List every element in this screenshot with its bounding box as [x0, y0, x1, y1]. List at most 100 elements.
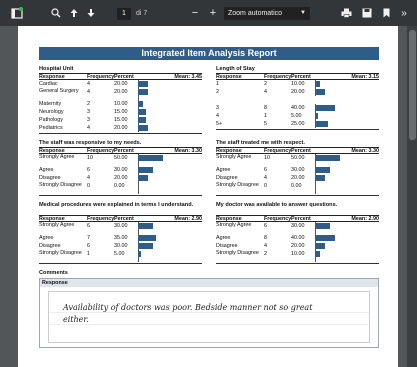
percent-cell: 10.00 — [291, 81, 305, 87]
table-row: 4 1 5.00 — [216, 112, 379, 120]
print-icon[interactable] — [340, 6, 352, 20]
percent-bar — [315, 175, 325, 181]
percent-bar — [138, 81, 148, 87]
item-panel: Medical procedures were explained in ter… — [39, 202, 202, 264]
percent-cell: 30.00 — [291, 167, 305, 173]
arrow-up-icon[interactable] — [69, 6, 79, 20]
page-total-label: di 7 — [136, 10, 148, 17]
column-header: Percent — [291, 74, 311, 80]
item-panel: Length of Stay Response Frequency Percent Me… — [216, 66, 379, 134]
comments-title: Comments — [39, 270, 68, 276]
scrollbar-thumb[interactable] — [409, 30, 416, 140]
frequency-cell: 2 — [87, 101, 90, 107]
table-row: Disagree 4 20.00 — [216, 174, 379, 182]
column-header: Mean: 3.30 — [174, 148, 202, 154]
percent-cell: 50.00 — [291, 155, 305, 161]
percent-cell: 0.00 — [291, 183, 302, 189]
report-title: Integrated Item Analysis Report — [39, 47, 379, 60]
column-header: Mean: 2.90 — [174, 216, 202, 222]
table-rule — [39, 263, 202, 264]
table-row: 5+ 5 25.00 — [216, 120, 379, 128]
response-label: Strongly Agree — [39, 154, 75, 160]
table-row: General Surgery 4 20.00 — [39, 88, 202, 100]
page-number-input[interactable]: 1 — [117, 8, 131, 20]
zoom-select[interactable]: Zoom automatico ▼ — [224, 7, 310, 20]
bar-cell — [138, 124, 202, 132]
frequency-cell: 8 — [264, 105, 267, 111]
response-label: Maternity — [39, 101, 62, 107]
report-sections: Hospital Unit Response Frequency Percent Mea… — [39, 66, 379, 264]
response-label: Agree — [216, 167, 231, 173]
frequency-cell: 0 — [264, 183, 267, 189]
bar-cell — [315, 88, 379, 96]
percent-bar — [138, 251, 141, 257]
table-row: Disagree 4 20.00 — [39, 174, 202, 182]
response-label: Strongly Agree — [216, 154, 252, 160]
bar-cell — [138, 242, 202, 250]
zoom-in-button[interactable]: + — [208, 6, 218, 20]
response-label: Agree — [39, 167, 54, 173]
percent-cell: 20.00 — [291, 243, 305, 249]
column-header: Frequency — [87, 148, 115, 154]
bar-axis — [315, 182, 316, 194]
percent-bar — [138, 155, 163, 161]
sidebar-toggle-icon[interactable] — [10, 6, 24, 20]
table-row: Pathology 3 15.00 — [39, 116, 202, 124]
percent-cell: 35.00 — [114, 235, 128, 241]
zoom-out-button[interactable]: − — [190, 6, 200, 20]
search-icon[interactable] — [50, 6, 62, 20]
column-header: Percent — [114, 74, 134, 80]
response-label: 5+ — [216, 121, 223, 127]
table-row: Strongly Agree 6 30.00 — [39, 222, 202, 234]
report: Integrated Item Analysis Report Hospital… — [39, 47, 379, 348]
bar-cell — [138, 174, 202, 182]
more-tools-button[interactable]: » — [399, 6, 409, 20]
response-label: General Surgery — [39, 88, 79, 94]
column-header: Response — [39, 148, 65, 154]
percent-cell: 30.00 — [291, 223, 305, 229]
frequency-cell: 5 — [264, 121, 267, 127]
item-title: The staff was responsive to my needs. — [39, 140, 142, 146]
percent-bar — [138, 243, 153, 249]
document-viewer[interactable]: Integrated Item Analysis Report Hospital… — [0, 26, 417, 367]
arrow-down-icon[interactable] — [86, 6, 96, 20]
table-row: Strongly Agree 10 50.00 — [216, 154, 379, 166]
response-label: Disagree — [216, 243, 238, 249]
frequency-cell: 10 — [87, 155, 93, 161]
percent-bar — [315, 167, 330, 173]
frequency-cell: 0 — [87, 183, 90, 189]
frequency-cell: 10 — [264, 155, 270, 161]
vertical-scrollbar[interactable] — [407, 26, 417, 367]
percent-cell: 0.00 — [114, 183, 125, 189]
column-header: Frequency — [87, 216, 115, 222]
bookmark-icon[interactable] — [381, 6, 391, 20]
percent-cell: 20.00 — [114, 175, 128, 181]
response-label: Strongly Agree — [39, 222, 75, 228]
save-icon[interactable] — [361, 6, 373, 20]
bar-cell — [138, 182, 202, 194]
column-header: Response — [216, 216, 242, 222]
response-label: 4 — [216, 113, 219, 119]
frequency-cell: 6 — [87, 243, 90, 249]
item-title: Hospital Unit — [39, 66, 74, 72]
table-row: Agree 8 40.00 — [216, 234, 379, 242]
bar-cell — [138, 222, 202, 234]
frequency-cell: 8 — [264, 235, 267, 241]
bar-axis — [138, 182, 139, 194]
table-row: Agree 6 30.00 — [39, 166, 202, 174]
item-panel: The staff treated me with respect. Respon… — [216, 140, 379, 196]
bar-cell — [138, 166, 202, 174]
frequency-cell: 1 — [264, 113, 267, 119]
percent-cell: 25.00 — [291, 121, 305, 127]
percent-bar — [138, 89, 148, 95]
bar-cell — [315, 96, 379, 104]
bar-cell — [138, 154, 202, 166]
frequency-cell: 3 — [87, 117, 90, 123]
pdf-toolbar: 1 di 7 − + Zoom automatico ▼ » — [0, 0, 417, 26]
bar-cell — [315, 234, 379, 242]
frequency-cell: 4 — [87, 81, 90, 87]
frequency-cell: 4 — [87, 125, 90, 131]
percent-cell: 30.00 — [114, 167, 128, 173]
table-row: Pediatrics 4 20.00 — [39, 124, 202, 132]
column-header: Response — [216, 148, 242, 154]
